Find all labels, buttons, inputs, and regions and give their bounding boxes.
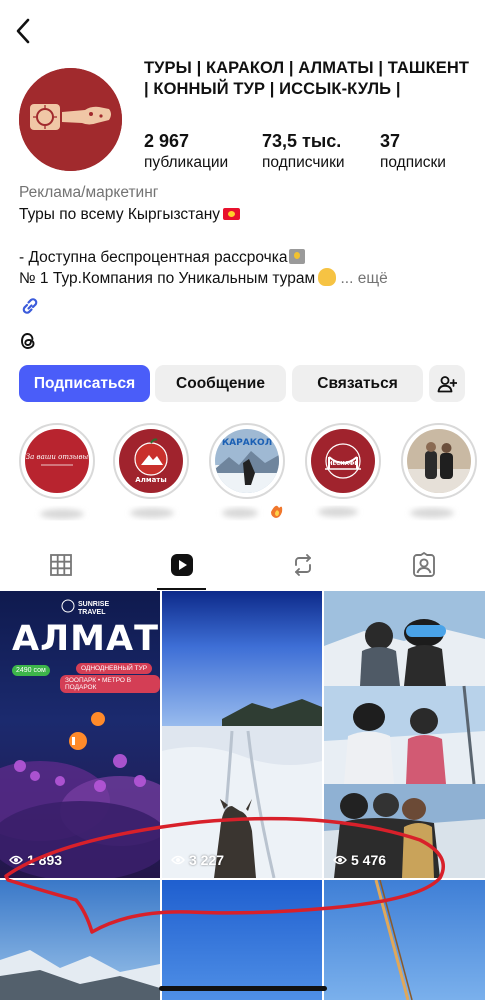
bio-line-3: № 1 Тур.Компания по Уникальным турам ...…: [19, 268, 475, 290]
ok-hand-icon: [318, 268, 337, 286]
highlight-2-text: Алматы: [135, 476, 166, 484]
stat-following[interactable]: 37 подписки: [380, 130, 446, 174]
highlight-3[interactable]: КАРАКОЛ: [209, 423, 285, 499]
reels-grid: SUNRISE TRAVEL АЛМАТЫ 2490 сом ОДНОДНЕВН…: [0, 591, 485, 1000]
reel-item-2[interactable]: 3 227: [162, 591, 322, 878]
profile-name: ТУРЫ | КАРАКОЛ | АЛМАТЫ | ТАШКЕНТ | КОНН…: [144, 59, 470, 98]
kyrgyz-flag-icon: [223, 207, 241, 220]
following-count: 37: [380, 131, 401, 151]
reel-item-4[interactable]: [0, 880, 160, 1000]
repost-icon: [294, 554, 311, 576]
tagged-icon: [412, 552, 435, 577]
bio-text-3: № 1 Тур.Компания по Уникальным турам: [19, 270, 316, 287]
reel-2-views-count: 3 227: [189, 852, 225, 868]
reel-3-views: 5 476: [333, 852, 386, 868]
highlight-2[interactable]: Алматы: [113, 423, 189, 499]
home-indicator: [159, 986, 327, 991]
reel-item-5[interactable]: [162, 880, 322, 1000]
profile-stats: 2 967 публикации 73,5 тыс. подписчики 37…: [144, 130, 474, 174]
reel-item-1[interactable]: SUNRISE TRAVEL АЛМАТЫ 2490 сом ОДНОДНЕВН…: [0, 591, 160, 878]
avatar[interactable]: [19, 68, 122, 171]
bio-text-2: - Доступна беспроцентная рассрочка: [19, 248, 288, 266]
add-user-icon: [437, 375, 457, 392]
reel-1-views-count: 1 893: [27, 852, 63, 868]
eye-icon: [333, 855, 347, 865]
tab-reels[interactable]: [121, 540, 242, 590]
followers-label: подписчики: [262, 154, 345, 171]
top-bar: [0, 0, 485, 62]
highlight-1-text: За ваши отзывы: [26, 453, 89, 461]
eye-icon: [171, 855, 185, 865]
following-label: подписки: [380, 154, 446, 171]
bio-blank-line: [19, 225, 475, 247]
grid-icon: [49, 554, 72, 576]
profile-tabs: [0, 540, 485, 590]
reels-icon: [170, 554, 193, 576]
chevron-left-icon[interactable]: [12, 16, 36, 46]
reel-1-price: 2490 сом: [12, 665, 50, 676]
bio: Реклама/маркетинг Туры по всему Кыргызст…: [19, 182, 475, 290]
blurred-highlight-labels: [40, 505, 454, 519]
bio-text-1: Туры по всему Кыргызстану: [19, 205, 221, 223]
highlight-4[interactable]: НЕСКАФЕ: [305, 423, 381, 499]
reel-item-6[interactable]: [324, 880, 485, 1000]
highlight-1[interactable]: За ваши отзывы: [19, 423, 95, 499]
message-button[interactable]: Сообщение: [155, 365, 286, 402]
posts-count: 2 967: [144, 131, 190, 151]
followers-count: 73,5 тыс.: [262, 131, 342, 151]
follow-button[interactable]: Подписаться: [19, 365, 150, 402]
tab-tagged[interactable]: [363, 540, 484, 590]
category-label: Реклама/маркетинг: [19, 184, 159, 201]
stat-followers[interactable]: 73,5 тыс. подписчики: [262, 130, 345, 174]
reel-2-views: 3 227: [171, 852, 224, 868]
stat-posts[interactable]: 2 967 публикации: [144, 130, 228, 174]
reel-3-views-count: 5 476: [351, 852, 387, 868]
bio-line-1: Туры по всему Кыргызстану: [19, 204, 475, 226]
eye-icon: [9, 855, 23, 865]
tab-grid[interactable]: [0, 540, 121, 590]
reel-1-tag-1: ОДНОДНЕВНЫЙ ТУР: [76, 663, 153, 674]
reel-item-3[interactable]: 5 476: [324, 591, 485, 878]
highlight-4-text: НЕСКАФЕ: [328, 461, 359, 467]
contact-button[interactable]: Связаться: [292, 365, 423, 402]
highlight-3-text: КАРАКОЛ: [222, 438, 272, 448]
bank-icon: [289, 248, 306, 264]
bio-line-2: - Доступна беспроцентная рассрочка: [19, 247, 475, 269]
posts-label: публикации: [144, 154, 229, 171]
threads-icon[interactable]: [19, 331, 37, 351]
link-icon[interactable]: [19, 296, 41, 316]
more-link[interactable]: ... ещё: [340, 270, 387, 287]
reel-1-views: 1 893: [9, 852, 62, 868]
tab-reposts[interactable]: [242, 540, 363, 590]
highlight-5[interactable]: [401, 423, 477, 499]
reel-1-brand: SUNRISE TRAVEL: [78, 601, 110, 616]
add-user-button[interactable]: [429, 365, 465, 402]
reel-1-title: АЛМАТЫ: [12, 619, 160, 659]
reel-1-tag-2: ЗООПАРК • МЕТРО В ПОДАРОК: [60, 675, 160, 693]
